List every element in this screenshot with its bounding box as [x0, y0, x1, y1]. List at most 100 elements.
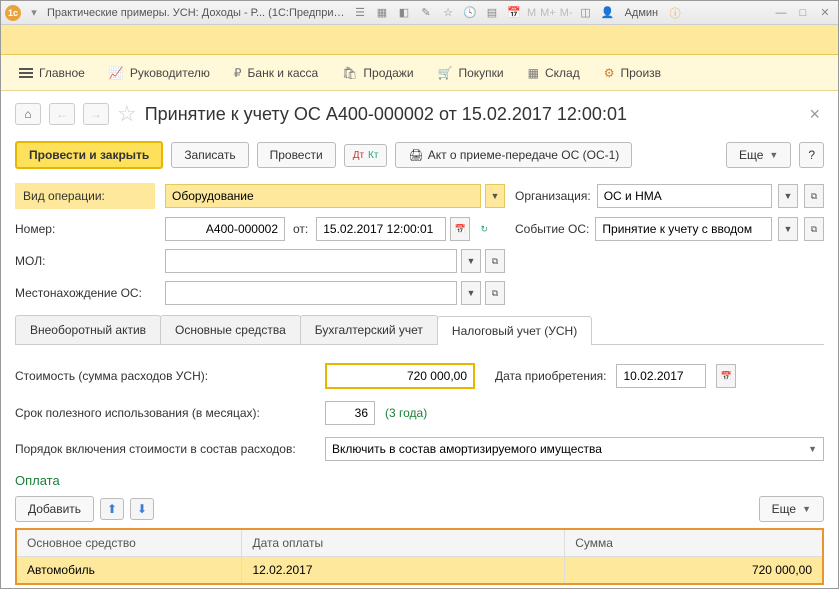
payment-table: Основное средство Дата оплаты Сумма Авто… — [15, 528, 824, 585]
dropdown-button[interactable]: ▼ — [461, 249, 481, 273]
titlebar-icon[interactable]: ◧ — [395, 4, 413, 22]
dropdown-button[interactable]: ▼ — [778, 184, 798, 208]
forward-button[interactable]: → — [83, 103, 109, 125]
dt-icon: Дт — [353, 150, 364, 161]
date-input[interactable] — [316, 217, 446, 241]
button-label: Акт о приеме-передаче ОС (ОС-1) — [428, 148, 620, 162]
titlebar-icon[interactable]: ▦ — [373, 4, 391, 22]
lifetime-hint-link[interactable]: (3 года) — [385, 406, 427, 420]
maximize-icon[interactable]: □ — [794, 4, 812, 22]
nav-bank[interactable]: ₽ Банк и касса — [224, 60, 328, 86]
close-page-icon[interactable]: × — [805, 104, 824, 125]
cell-asset[interactable]: Автомобиль — [16, 557, 242, 585]
open-button[interactable]: ⧉ — [485, 281, 505, 305]
close-window-icon[interactable]: ✕ — [816, 4, 834, 22]
calendar-icon[interactable]: 📅 — [505, 4, 523, 22]
cell-date[interactable]: 12.02.2017 — [242, 557, 565, 585]
nav-production[interactable]: ⚙ Произв — [594, 60, 671, 86]
nav-sales[interactable]: 🛍 Продажи — [332, 60, 423, 86]
titlebar-icon[interactable]: ✎ — [417, 4, 435, 22]
help-button[interactable]: ? — [799, 142, 824, 168]
chevron-down-icon: ▼ — [769, 150, 778, 160]
lifetime-label: Срок полезного использования (в месяцах)… — [15, 406, 315, 420]
titlebar-icon[interactable]: ☰ — [351, 4, 369, 22]
save-button[interactable]: Записать — [171, 142, 248, 168]
factory-icon: ⚙ — [604, 66, 615, 80]
favorite-icon[interactable]: ☆ — [439, 4, 457, 22]
m-plus-icon[interactable]: M+ — [540, 7, 556, 19]
dropdown-button[interactable]: ▼ — [485, 184, 505, 208]
print-act-button[interactable]: 🖨 Акт о приеме-передаче ОС (ОС-1) — [395, 142, 632, 168]
nav-label: Произв — [620, 66, 661, 80]
tab-fixed-assets[interactable]: Основные средства — [160, 315, 301, 344]
move-down-button[interactable]: ⬇ — [130, 498, 154, 520]
open-button[interactable]: ⧉ — [804, 217, 824, 241]
dropdown-button[interactable]: ▼ — [778, 217, 798, 241]
panel-icon[interactable]: ◫ — [577, 4, 595, 22]
open-button[interactable]: ⧉ — [804, 184, 824, 208]
select-value: Включить в состав амортизируемого имущес… — [332, 442, 602, 456]
nav-label: Руководителю — [130, 66, 210, 80]
nav-label: Покупки — [459, 66, 504, 80]
nav-label: Главное — [39, 66, 85, 80]
nav-menu[interactable]: Главное — [9, 60, 95, 86]
main-nav: Главное 📈 Руководителю ₽ Банк и касса 🛍 … — [1, 55, 838, 91]
tab-accounting[interactable]: Бухгалтерский учет — [300, 315, 438, 344]
boxes-icon: ▦ — [528, 66, 539, 80]
table-more-button[interactable]: Еще▼ — [759, 496, 824, 522]
user-icon: 👤 — [599, 4, 617, 22]
location-input[interactable] — [165, 281, 457, 305]
calendar-button[interactable]: 📅 — [450, 217, 470, 241]
acq-date-input[interactable] — [616, 364, 706, 388]
cart-icon: 🛍 — [342, 66, 357, 80]
cost-input[interactable] — [325, 363, 475, 389]
mol-label: МОЛ: — [15, 254, 155, 268]
col-sum[interactable]: Сумма — [565, 529, 823, 557]
m-minus-icon[interactable]: M — [527, 7, 536, 19]
dropdown-button[interactable]: ▼ — [461, 281, 481, 305]
include-select[interactable]: Включить в состав амортизируемого имущес… — [325, 437, 824, 461]
nav-label: Продажи — [363, 66, 413, 80]
cell-sum[interactable]: 720 000,00 — [565, 557, 823, 585]
basket-icon: 🛒 — [438, 66, 453, 80]
minimize-icon[interactable]: — — [772, 4, 790, 22]
post-button[interactable]: Провести — [257, 142, 336, 168]
move-up-button[interactable]: ⬆ — [100, 498, 124, 520]
printer-icon: 🖨 — [408, 148, 423, 162]
dt-kt-button[interactable]: ДтКт — [344, 144, 388, 167]
back-button[interactable]: ← — [49, 103, 75, 125]
tab-tax-usn[interactable]: Налоговый учет (УСН) — [437, 316, 592, 345]
dropdown-icon[interactable]: ▾ — [25, 4, 43, 22]
post-and-close-button[interactable]: Провести и закрыть — [15, 141, 163, 169]
nav-label: Склад — [545, 66, 580, 80]
calc-icon[interactable]: ▤ — [483, 4, 501, 22]
more-button[interactable]: Еще▼ — [726, 142, 791, 168]
hamburger-icon — [19, 68, 33, 78]
mol-input[interactable] — [165, 249, 457, 273]
lifetime-input[interactable] — [325, 401, 375, 425]
add-row-button[interactable]: Добавить — [15, 496, 94, 522]
table-row[interactable]: Автомобиль 12.02.2017 720 000,00 — [16, 557, 823, 585]
nav-warehouse[interactable]: ▦ Склад — [518, 60, 590, 86]
org-input[interactable] — [597, 184, 772, 208]
button-label: Еще — [772, 502, 796, 516]
ruble-icon: ₽ — [234, 66, 242, 80]
col-date[interactable]: Дата оплаты — [242, 529, 565, 557]
info-icon[interactable]: ⓘ — [666, 4, 684, 22]
home-button[interactable]: ⌂ — [15, 103, 41, 125]
nav-purchases[interactable]: 🛒 Покупки — [428, 60, 514, 86]
col-asset[interactable]: Основное средство — [16, 529, 242, 557]
nav-manager[interactable]: 📈 Руководителю — [99, 60, 220, 86]
open-button[interactable]: ⧉ — [485, 249, 505, 273]
number-input[interactable] — [165, 217, 285, 241]
calendar-button[interactable]: 📅 — [716, 364, 736, 388]
star-icon[interactable]: ☆ — [117, 101, 137, 127]
refresh-icon[interactable]: ↻ — [474, 217, 494, 241]
history-icon[interactable]: 🕓 — [461, 4, 479, 22]
m-icon[interactable]: M- — [560, 7, 573, 19]
operation-type-label: Вид операции: — [15, 183, 155, 209]
titlebar: 1c ▾ Практические примеры. УСН: Доходы -… — [1, 1, 838, 25]
operation-type-input[interactable] — [165, 184, 481, 208]
tab-asset[interactable]: Внеоборотный актив — [15, 315, 161, 344]
event-input[interactable] — [595, 217, 772, 241]
